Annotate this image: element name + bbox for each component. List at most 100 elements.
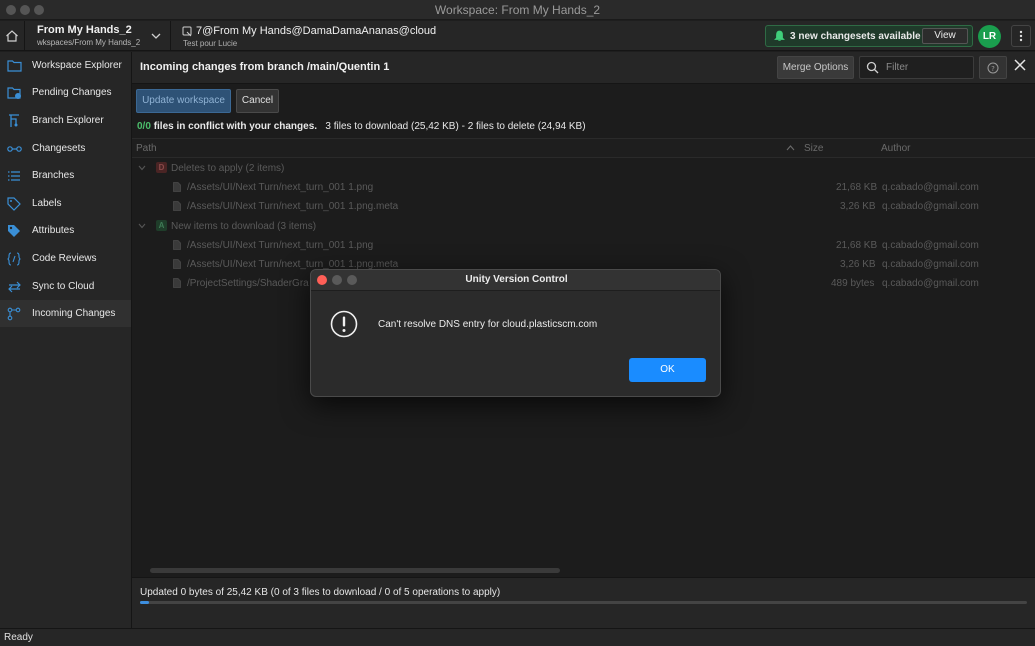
status-text: Ready xyxy=(4,632,33,643)
home-icon xyxy=(6,30,18,42)
file-author: q.cabado@gmail.com xyxy=(882,240,979,251)
label-tag-icon xyxy=(6,196,22,212)
ok-button[interactable]: OK xyxy=(629,358,706,382)
changes-summary: 0/0 files in conflict with your changes.… xyxy=(137,121,586,132)
file-path: /Assets/UI/Next Turn/next_turn_001 1.png… xyxy=(187,201,399,212)
chevron-down-icon[interactable] xyxy=(138,165,146,171)
more-menu-button[interactable] xyxy=(1011,25,1031,47)
pending-changes-icon xyxy=(6,85,22,101)
sidebar-item-branches[interactable]: Branches xyxy=(0,162,131,189)
table-row[interactable]: /Assets/UI/Next Turn/next_turn_001 1.png… xyxy=(132,236,1035,255)
sidebar-item-label: Workspace Explorer xyxy=(32,60,122,71)
sync-icon xyxy=(6,279,22,295)
window-title: Workspace: From My Hands_2 xyxy=(434,3,601,17)
file-path: /ProjectSettings/ShaderGra xyxy=(187,278,309,289)
column-header-author[interactable]: Author xyxy=(881,143,910,154)
table-header: Path Size Author xyxy=(132,138,1035,158)
sidebar-item-labels[interactable]: Labels xyxy=(0,190,131,217)
dialog-title: Unity Version Control xyxy=(465,274,568,285)
svg-text:?: ? xyxy=(991,65,995,73)
sidebar-item-label: Labels xyxy=(32,198,62,209)
column-header-path[interactable]: Path xyxy=(136,143,157,154)
home-button[interactable] xyxy=(0,21,25,51)
file-size: 21,68 KB xyxy=(836,240,878,251)
close-icon[interactable] xyxy=(1014,59,1026,71)
divider xyxy=(170,21,171,51)
update-workspace-button[interactable]: Update workspace xyxy=(136,89,231,113)
sidebar-item-label: Attributes xyxy=(32,225,75,236)
sidebar-item-label: Branch Explorer xyxy=(32,115,104,126)
file-icon xyxy=(173,278,181,288)
error-dialog: Unity Version Control Can't resolve DNS … xyxy=(310,269,721,397)
chevron-down-icon[interactable] xyxy=(138,223,146,229)
current-branch[interactable]: 7@From My Hands@DamaDamaAnanas@cloud xyxy=(196,25,436,37)
group-title: Deletes to apply (2 items) xyxy=(171,163,285,174)
file-author: q.cabado@gmail.com xyxy=(882,259,979,270)
file-size: 3,26 KB xyxy=(840,259,876,270)
download-delete-counts: 3 files to download (25,42 KB) - 2 files… xyxy=(325,121,586,132)
file-path: /Assets/UI/Next Turn/next_turn_001 1.png xyxy=(187,240,374,251)
sidebar-item-incoming-changes[interactable]: Incoming Changes xyxy=(0,300,131,327)
action-toolbar: Update workspace Cancel xyxy=(132,85,1035,117)
new-changesets-notification: 3 new changesets available View xyxy=(765,25,973,47)
code-review-icon xyxy=(6,251,22,267)
file-author: q.cabado@gmail.com xyxy=(882,278,979,289)
incoming-changes-icon xyxy=(6,306,22,322)
sidebar: Workspace Explorer Pending Changes Branc… xyxy=(0,52,132,628)
sidebar-item-attributes[interactable]: Attributes xyxy=(0,217,131,244)
sort-ascending-icon[interactable] xyxy=(786,145,795,151)
sidebar-item-sync-to-cloud[interactable]: Sync to Cloud xyxy=(0,273,131,300)
bell-icon xyxy=(774,30,785,41)
panel-header: Incoming changes from branch /main/Quent… xyxy=(132,52,1035,84)
workspace-bar: From My Hands_2 wkspaces/From My Hands_2… xyxy=(0,21,1035,51)
group-row-deletes[interactable]: D Deletes to apply (2 items) xyxy=(132,159,1035,178)
page-title: Incoming changes from branch /main/Quent… xyxy=(140,61,390,73)
changesets-icon xyxy=(6,141,22,157)
sidebar-item-pending-changes[interactable]: Pending Changes xyxy=(0,79,131,106)
column-header-size[interactable]: Size xyxy=(804,143,823,154)
file-icon xyxy=(173,182,181,192)
cancel-button[interactable]: Cancel xyxy=(236,89,279,113)
workspace-name[interactable]: From My Hands_2 xyxy=(37,24,132,36)
sidebar-item-label: Changesets xyxy=(32,143,86,154)
window-titlebar: Workspace: From My Hands_2 xyxy=(0,0,1035,20)
status-bar: Ready xyxy=(0,628,1035,646)
sidebar-item-label: Incoming Changes xyxy=(32,308,116,319)
dialog-message: Can't resolve DNS entry for cloud.plasti… xyxy=(378,319,598,330)
sidebar-item-changesets[interactable]: Changesets xyxy=(0,135,131,162)
merge-options-button[interactable]: Merge Options xyxy=(777,56,854,79)
sidebar-item-workspace-explorer[interactable]: Workspace Explorer xyxy=(0,52,131,79)
file-icon xyxy=(173,259,181,269)
horizontal-scrollbar[interactable] xyxy=(150,568,560,573)
chevron-down-icon[interactable] xyxy=(150,30,162,42)
search-icon xyxy=(866,61,879,74)
branch-comment: Test pour Lucie xyxy=(183,39,238,48)
group-row-new-items[interactable]: A New items to download (3 items) xyxy=(132,217,1035,236)
filter-input[interactable]: Filter xyxy=(859,56,974,79)
notification-text: 3 new changesets available xyxy=(790,31,921,42)
table-row[interactable]: /Assets/UI/Next Turn/next_turn_001 1.png… xyxy=(132,197,1035,216)
user-avatar[interactable]: LR xyxy=(978,25,1001,48)
table-row[interactable]: /Assets/UI/Next Turn/next_turn_001 1.png… xyxy=(132,178,1035,197)
progress-text: Updated 0 bytes of 25,42 KB (0 of 3 file… xyxy=(140,587,501,598)
file-size: 489 bytes xyxy=(831,278,875,289)
branches-list-icon xyxy=(6,168,22,184)
group-title: New items to download (3 items) xyxy=(171,221,317,232)
sidebar-item-branch-explorer[interactable]: Branch Explorer xyxy=(0,107,131,134)
dialog-titlebar: Unity Version Control xyxy=(311,270,720,291)
filter-placeholder: Filter xyxy=(886,62,909,73)
sidebar-item-code-reviews[interactable]: Code Reviews xyxy=(0,245,131,272)
help-icon: ? xyxy=(987,62,999,73)
changeset-icon xyxy=(182,26,192,37)
sidebar-item-label: Sync to Cloud xyxy=(32,281,95,292)
view-changesets-button[interactable]: View xyxy=(922,28,968,44)
file-author: q.cabado@gmail.com xyxy=(882,182,979,193)
file-icon xyxy=(173,240,181,250)
progress-bar xyxy=(140,601,1027,604)
help-button[interactable]: ? xyxy=(979,56,1007,79)
attributes-tag-icon xyxy=(6,223,22,239)
sidebar-item-label: Branches xyxy=(32,170,75,181)
file-path: /Assets/UI/Next Turn/next_turn_001 1.png xyxy=(187,182,374,193)
folder-icon xyxy=(6,58,22,74)
file-author: q.cabado@gmail.com xyxy=(882,201,979,212)
